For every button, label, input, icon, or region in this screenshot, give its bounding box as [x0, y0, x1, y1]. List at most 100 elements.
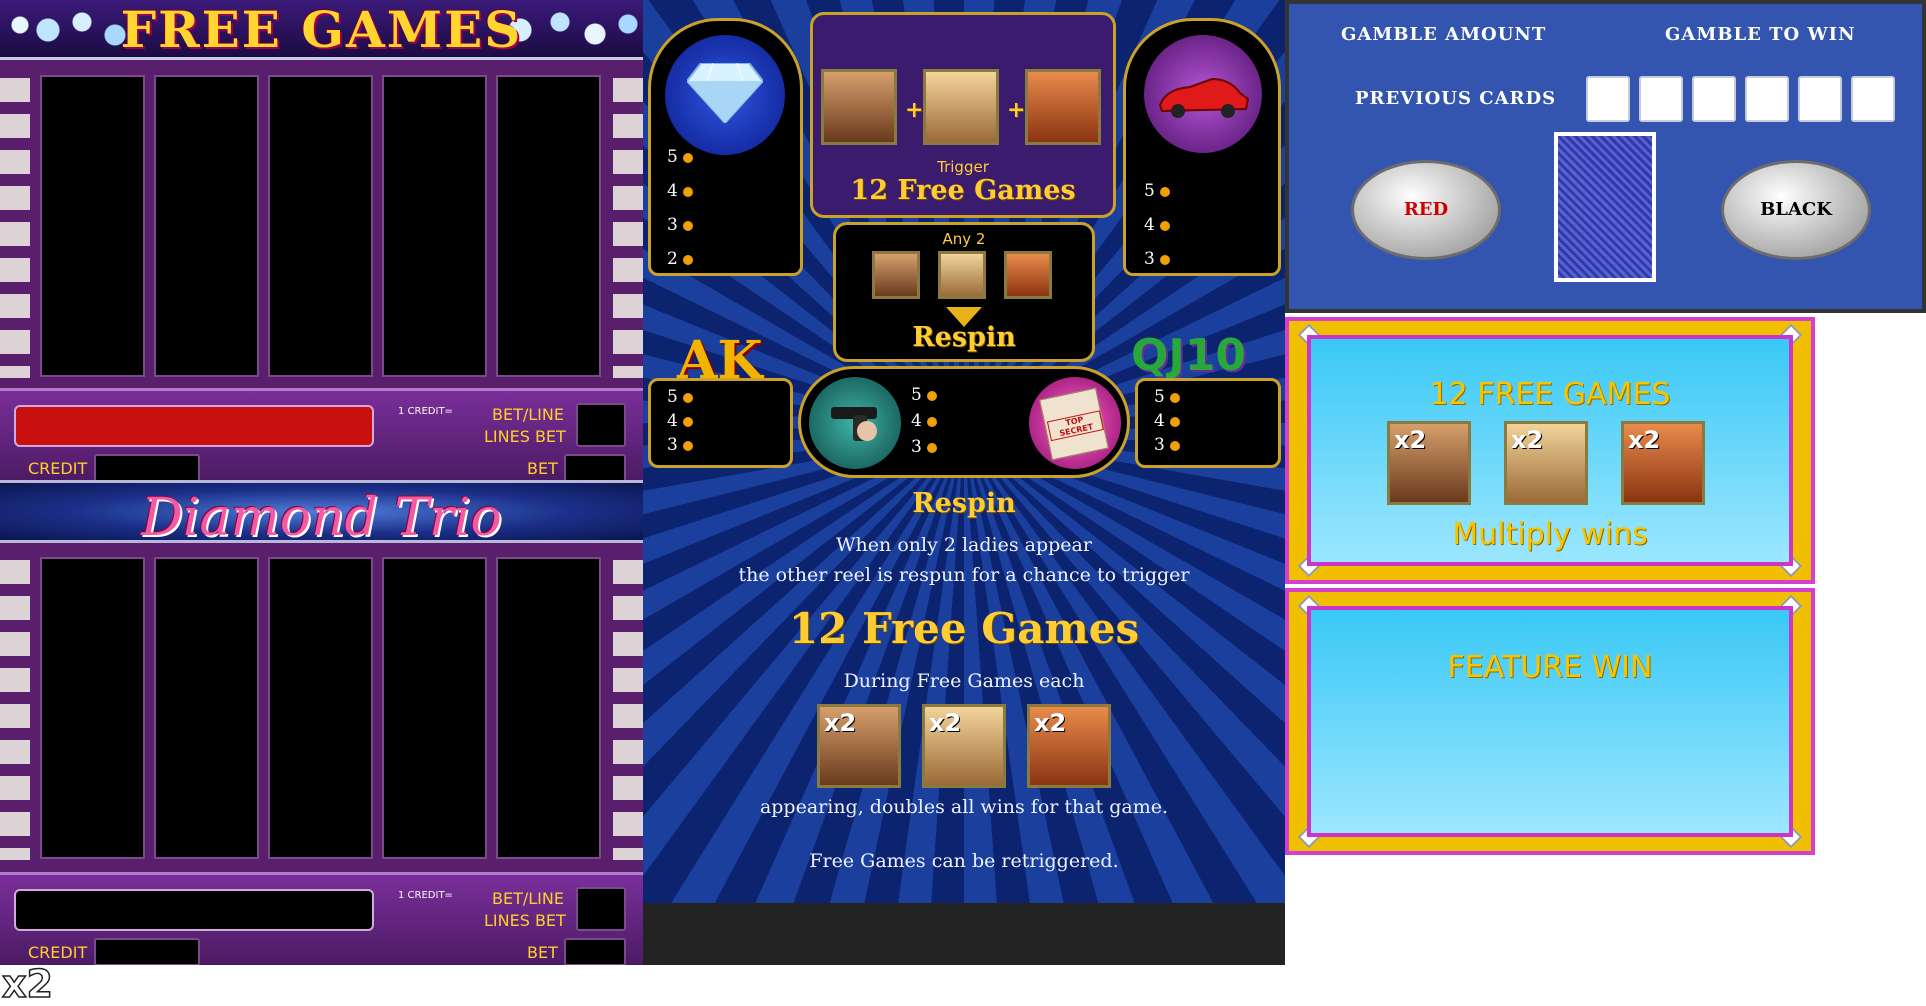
- previous-card-slot-6: [1851, 76, 1895, 122]
- game-logo: Diamond Trio: [141, 488, 502, 548]
- feature-multiplier-badge-1: x2: [1394, 426, 1427, 454]
- reel-5-lower: [496, 557, 601, 859]
- credit-note-lower: 1 CREDIT=: [398, 890, 453, 901]
- car-pay-5: 5: [1144, 181, 1170, 201]
- bet-label: BET: [527, 459, 558, 478]
- multiplier-badge-3: x2: [1034, 709, 1067, 737]
- black-button[interactable]: BLACK: [1721, 160, 1871, 260]
- diamond-pay-box: 5 4 3 2: [648, 18, 803, 276]
- multiplier-lady-icon-2: x2: [922, 704, 1006, 788]
- car-icon-bg: [1144, 35, 1262, 153]
- red-button[interactable]: RED: [1351, 160, 1501, 260]
- lines-bet-label: LINES BET: [484, 427, 566, 446]
- feature-lady-icon-3: x2: [1621, 421, 1705, 505]
- diamond-trio-banner: Diamond Trio: [0, 480, 643, 548]
- feature-multiply-wins: Multiply wins: [1452, 517, 1648, 552]
- gun-hand-icon: [831, 407, 877, 441]
- qj10-pay-3: 3: [1154, 435, 1180, 455]
- film-strip-right-lower: [613, 560, 643, 860]
- free-games-title: FREE GAMES: [120, 0, 523, 59]
- gun-pay-5: 5: [911, 385, 937, 405]
- scatter-lady-icon-3: [1025, 69, 1101, 145]
- car-pay-3: 3: [1144, 249, 1170, 269]
- qj10-pay-5: 5: [1154, 387, 1180, 407]
- trigger-free-games: 12 Free Games: [850, 175, 1076, 206]
- respin-line-1: When only 2 ladies appear: [836, 534, 1092, 556]
- top-secret-stamp: TOP SECRET: [1046, 410, 1104, 442]
- top-secret-folder-icon: TOP SECRET: [1039, 387, 1109, 461]
- bet-value: [564, 454, 626, 482]
- qj10-pay-box: 5 4 3: [1135, 378, 1281, 468]
- multiplier-lady-icon-1: x2: [817, 704, 901, 788]
- credit-value-lower: [94, 938, 200, 965]
- credit-label-lower: CREDIT: [28, 943, 88, 962]
- standalone-multiplier-badge: x2: [1, 961, 53, 1006]
- gamble-amount-label: GAMBLE AMOUNT: [1341, 24, 1547, 45]
- bet-per-line-value: [576, 403, 626, 447]
- trigger-label: Trigger: [937, 158, 989, 176]
- feature-multiplier-badge-2: x2: [1511, 426, 1544, 454]
- respin-lady-icon-2: [938, 251, 986, 299]
- feature-win-title: FEATURE WIN: [1447, 650, 1653, 685]
- red-car-icon: [1158, 77, 1250, 118]
- top-secret-icon-bg: TOP SECRET: [1029, 377, 1121, 469]
- gun-pay-3: 3: [911, 437, 937, 457]
- respin-lady-icon-1: [872, 251, 920, 299]
- feature-lady-icon-1: x2: [1387, 421, 1471, 505]
- paytable-panel: 5 4 3 2 + + Trigger 12 Free Games 5 4 3 …: [643, 0, 1285, 965]
- feature-free-games-title: 12 FREE GAMES: [1429, 377, 1671, 412]
- credit-label: CREDIT: [28, 459, 88, 478]
- card-back-icon: [1554, 132, 1656, 282]
- feature-win-inner: FEATURE WIN: [1307, 606, 1793, 837]
- credit-note: 1 CREDIT=: [398, 406, 453, 417]
- reel-1-lower: [40, 557, 145, 859]
- bet-per-line-value-lower: [576, 887, 626, 931]
- multiplier-lady-icon-3: x2: [1027, 704, 1111, 788]
- bet-per-line-label: BET/LINE: [492, 405, 564, 424]
- respin-heading: Respin: [912, 488, 1016, 519]
- respin-box: Any 2 Respin: [833, 222, 1095, 362]
- gun-pay-4: 4: [911, 411, 937, 431]
- feature-win-panel: FEATURE WIN: [1285, 588, 1815, 855]
- reel-5: [496, 75, 601, 377]
- diamond-icon: [687, 63, 763, 123]
- gun-icon-bg: [809, 377, 901, 469]
- control-panel-bottom: 1 CREDIT= BET/LINE LINES BET CREDIT BET: [0, 872, 643, 965]
- reel-2-lower: [154, 557, 259, 859]
- respin-label: Respin: [912, 322, 1016, 353]
- previous-card-slot-1: [1586, 76, 1630, 122]
- feature-free-games-inner: 12 FREE GAMES x2 x2 x2 Multiply wins: [1307, 335, 1793, 566]
- bet-per-line-label-lower: BET/LINE: [492, 889, 564, 908]
- respin-lady-icon-3: [1004, 251, 1052, 299]
- lines-bet-label-lower: LINES BET: [484, 911, 566, 930]
- credit-value: [94, 454, 200, 482]
- paytable-footer-strip: [643, 903, 1285, 965]
- message-box-black: [14, 889, 374, 931]
- during-free-games-text: During Free Games each: [843, 670, 1085, 692]
- car-pay-box: 5 4 3: [1123, 18, 1281, 276]
- scatter-trigger-box: + + Trigger 12 Free Games: [810, 12, 1116, 218]
- plus-sign-2: +: [1007, 97, 1026, 123]
- free-games-big: 12 Free Games: [788, 604, 1140, 653]
- scatter-lady-icon-1: [821, 69, 897, 145]
- ak-pay-4: 4: [667, 411, 693, 431]
- qj10-label: QJ10: [1131, 330, 1247, 381]
- previous-cards-label: PREVIOUS CARDS: [1355, 88, 1557, 109]
- film-strip-right: [613, 78, 643, 378]
- any-two-label: Any 2: [942, 230, 986, 248]
- feature-multiplier-badge-3: x2: [1628, 426, 1661, 454]
- reel-3-lower: [268, 557, 373, 859]
- message-box-red: [14, 405, 374, 447]
- multiplier-badge-2: x2: [929, 709, 962, 737]
- reel-4: [382, 75, 487, 377]
- diamond-pay-2: 2: [667, 249, 693, 269]
- gun-secret-pay-box: 5 4 3 TOP SECRET: [798, 366, 1130, 478]
- diamond-pay-3: 3: [667, 215, 693, 235]
- reel-4-lower: [382, 557, 487, 859]
- respin-line-2: the other reel is respun for a chance to…: [738, 564, 1190, 586]
- ak-pay-3: 3: [667, 435, 693, 455]
- reel-1: [40, 75, 145, 377]
- feature-free-games-panel: 12 FREE GAMES x2 x2 x2 Multiply wins: [1285, 317, 1815, 584]
- film-strip-left-lower: [0, 560, 30, 860]
- plus-sign-1: +: [905, 97, 924, 123]
